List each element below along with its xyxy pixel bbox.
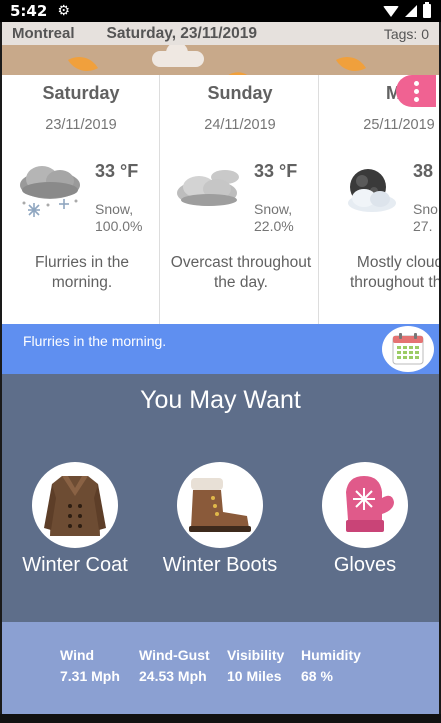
current-date: Saturday, 23/11/2019	[106, 24, 258, 42]
forecast-date: 24/11/2019	[204, 117, 276, 133]
condition-text: Snow,	[95, 201, 134, 217]
city-name[interactable]: Montreal	[12, 25, 75, 42]
forecast-card-sunday[interactable]: Sunday 24/11/2019 33 °F Snow, 22.0% Over…	[161, 75, 319, 324]
dot-icon	[413, 80, 419, 86]
recommendation-image	[32, 462, 118, 548]
signal-icon	[405, 5, 417, 17]
leaf-icon	[335, 48, 367, 75]
forecast-condition: Sno 27.	[413, 201, 438, 235]
forecast-day: Sunday	[207, 83, 273, 103]
dot-icon	[413, 88, 419, 94]
stat-visibility: Visibility 10 Miles	[227, 645, 284, 687]
forecast-description: Flurries in the morning.	[35, 254, 129, 291]
precip-chance: 27.	[413, 218, 433, 234]
forecast-description: Overcast throughout the day.	[170, 254, 312, 291]
navigation-bar	[0, 714, 441, 723]
mitten-icon	[346, 476, 394, 532]
forecast-condition: Snow, 22.0%	[254, 201, 294, 235]
forecast-carousel[interactable]: Saturday 23/11/2019 33 °F Snow, 100.0% F…	[2, 75, 439, 324]
autumn-banner	[2, 45, 439, 75]
forecast-card-saturday[interactable]: Saturday 23/11/2019 33 °F Snow, 100.0% F…	[2, 75, 160, 324]
summary-text: Flurries in the morning.	[23, 333, 167, 349]
more-options-button[interactable]	[396, 75, 436, 107]
leaf-icon	[67, 48, 99, 75]
cloud-icon	[152, 45, 204, 67]
recommendation-winter-boots[interactable]: Winter Boots	[160, 462, 280, 582]
status-icons	[383, 2, 431, 18]
stat-value: 7.31 Mph	[60, 668, 120, 684]
dot-icon	[413, 96, 419, 102]
recommendation-label: Winter Boots	[162, 554, 278, 576]
battery-icon	[423, 2, 431, 18]
stat-value: 24.53 Mph	[139, 668, 207, 684]
stat-value: 10 Miles	[227, 668, 282, 684]
recommendation-label: Gloves	[333, 554, 397, 576]
precip-chance: 22.0%	[254, 218, 294, 234]
stat-value: 68 %	[301, 668, 333, 684]
boots-icon	[189, 478, 251, 532]
forecast-condition: Snow, 100.0%	[95, 201, 142, 235]
stat-humidity: Humidity 68 %	[301, 645, 361, 687]
recommendation-image	[322, 462, 408, 548]
wifi-icon	[383, 5, 399, 17]
coat-icon	[44, 476, 106, 536]
gear-icon: ⚙	[57, 3, 70, 19]
status-bar: 5:42 ⚙	[0, 0, 441, 22]
forecast-date: 25/11/2019	[363, 117, 435, 133]
moon-cloud-icon	[348, 169, 396, 212]
recommendation-image	[177, 462, 263, 548]
recommendations-panel: You May Want Winter Coat Winter Boots Gl…	[2, 374, 439, 622]
leaf-icon	[228, 65, 254, 75]
summary-bar: Flurries in the morning.	[2, 324, 439, 374]
stat-label: Wind	[60, 647, 95, 663]
forecast-date: 23/11/2019	[45, 117, 117, 133]
stat-label: Visibility	[227, 647, 285, 663]
forecast-temperature: 33 °F	[95, 161, 139, 181]
precip-chance: 100.0%	[95, 218, 143, 234]
status-time: 5:42	[10, 2, 48, 20]
forecast-card-monday[interactable]: Mo 25/11/2019 38 Sno 27. Mostly cloud th…	[320, 75, 439, 324]
calendar-button[interactable]	[382, 326, 434, 372]
header-bar: Montreal Saturday, 23/11/2019 Tags: 0	[2, 22, 439, 45]
forecast-description: Mostly cloud throughout the	[350, 254, 439, 291]
stat-wind-gust: Wind-Gust 24.53 Mph	[139, 645, 210, 687]
weather-stats-panel: Wind 7.31 Mph Wind-Gust 24.53 Mph Visibi…	[2, 622, 439, 714]
tags-count[interactable]: Tags: 0	[384, 26, 429, 42]
stat-wind: Wind 7.31 Mph	[60, 645, 120, 687]
overcast-cloud-icon	[177, 170, 239, 206]
condition-text: Sno	[413, 201, 438, 217]
stat-label: Wind-Gust	[139, 647, 210, 663]
forecast-day: Saturday	[42, 83, 120, 103]
recommendation-winter-coat[interactable]: Winter Coat	[15, 462, 135, 582]
recommendation-label: Winter Coat	[22, 554, 128, 576]
calendar-icon	[392, 333, 424, 365]
recommendations-title: You May Want	[140, 386, 301, 414]
forecast-temperature: 38	[413, 161, 434, 181]
snow-cloud-icon	[20, 166, 80, 217]
condition-text: Snow,	[254, 201, 293, 217]
forecast-temperature: 33 °F	[254, 161, 298, 181]
recommendation-gloves[interactable]: Gloves	[305, 462, 425, 582]
stat-label: Humidity	[301, 647, 361, 663]
